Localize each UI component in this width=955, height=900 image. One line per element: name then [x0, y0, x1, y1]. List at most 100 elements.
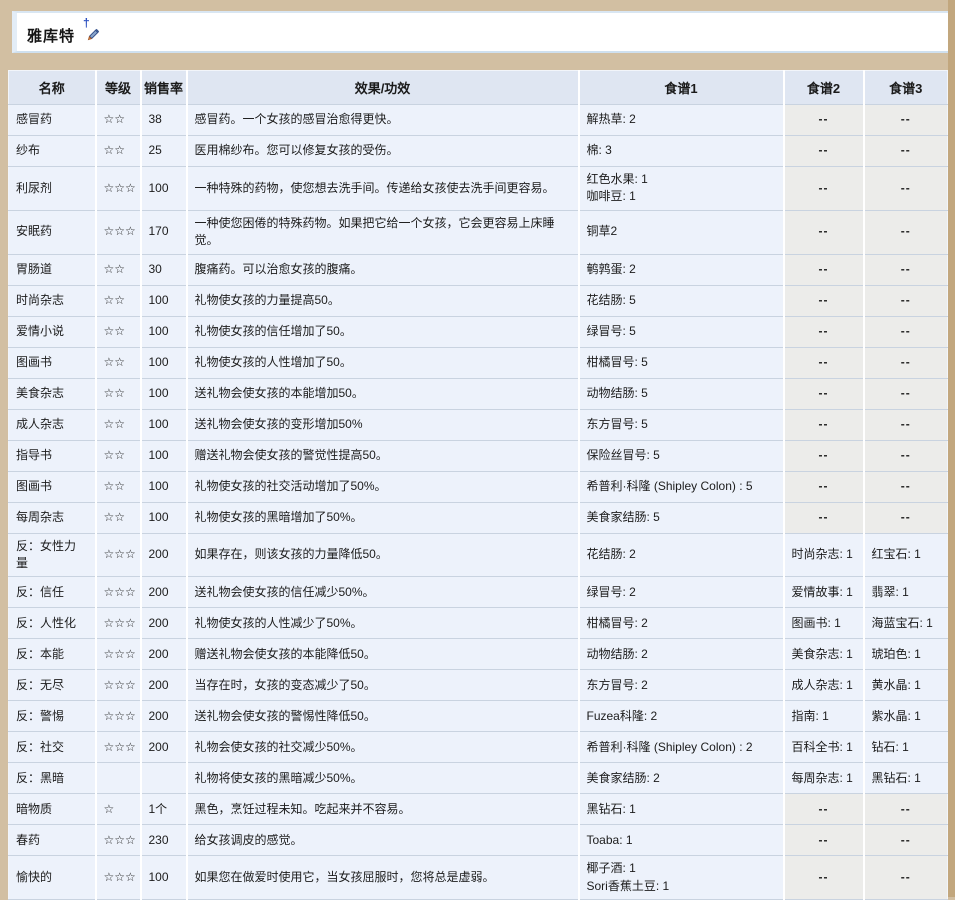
- item-grade-cell: ☆☆☆: [96, 732, 141, 763]
- item-rate-cell: 200: [141, 577, 187, 608]
- item-grade-cell: ☆☆: [96, 254, 141, 285]
- item-rate-cell: 200: [141, 670, 187, 701]
- recipe-ingredient: 棉: 3: [587, 142, 776, 159]
- table-row: 利尿剂☆☆☆100一种特殊的药物，使您想去洗手间。传递给女孩使去洗手间更容易。红…: [9, 167, 948, 211]
- item-rate-cell: 100: [141, 856, 187, 900]
- item-name-cell: 安眠药: [9, 210, 96, 254]
- table-row: 指导书☆☆100赠送礼物会使女孩的警觉性提高50。保险丝冒号: 5----: [9, 440, 948, 471]
- table-row: 爱情小说☆☆100礼物使女孩的信任增加了50。绿冒号: 5----: [9, 316, 948, 347]
- item-rate-cell: 38: [141, 105, 187, 136]
- item-recipe1-cell: 椰子酒: 1Sori香蕉土豆: 1: [579, 856, 784, 900]
- table-row: 反：本能☆☆☆200赠送礼物会使女孩的本能降低50。动物结肠: 2美食杂志: 1…: [9, 639, 948, 670]
- item-recipe2-cell: 时尚杂志: 1: [784, 533, 864, 577]
- item-rate-cell: 100: [141, 378, 187, 409]
- table-row: 反：人性化☆☆☆200礼物使女孩的人性减少了50%。柑橘冒号: 2图画书: 1海…: [9, 608, 948, 639]
- item-effect-cell: 腹痛药。可以治愈女孩的腹痛。: [187, 254, 579, 285]
- item-effect-cell: 礼物使女孩的黑暗增加了50%。: [187, 502, 579, 533]
- recipe-ingredient: 动物结肠: 5: [587, 385, 776, 402]
- item-rate-cell: 200: [141, 533, 187, 577]
- item-effect-cell: 如果存在，则该女孩的力量降低50。: [187, 533, 579, 577]
- item-name-cell: 感冒药: [9, 105, 96, 136]
- table-row: 反：信任☆☆☆200送礼物会使女孩的信任减少50%。绿冒号: 2爱情故事: 1翡…: [9, 577, 948, 608]
- item-name-cell: 反：本能: [9, 639, 96, 670]
- item-effect-cell: 礼物使女孩的人性减少了50%。: [187, 608, 579, 639]
- item-effect-cell: 送礼物会使女孩的变形增加50%: [187, 409, 579, 440]
- item-recipe1-cell: Fuzea科隆: 2: [579, 701, 784, 732]
- item-grade-cell: ☆☆: [96, 285, 141, 316]
- item-name-cell: 利尿剂: [9, 167, 96, 211]
- recipe-ingredient: 咖啡豆: 1: [587, 188, 776, 205]
- item-recipe2-cell: --: [784, 794, 864, 825]
- table-row: 每周杂志☆☆100礼物使女孩的黑暗增加了50%。美食家结肠: 5----: [9, 502, 948, 533]
- item-recipe-table: 名称 等级 销售率 效果/功效 食谱1 食谱2 食谱3 感冒药☆☆38感冒药。一…: [8, 70, 948, 900]
- recipe-ingredient: 柑橘冒号: 2: [587, 615, 776, 632]
- item-recipe1-cell: 柑橘冒号: 2: [579, 608, 784, 639]
- item-rate-cell: 25: [141, 136, 187, 167]
- recipe-ingredient: 铜草2: [587, 223, 776, 240]
- item-grade-cell: ☆☆: [96, 471, 141, 502]
- item-name-cell: 反：黑暗: [9, 763, 96, 794]
- item-recipe3-cell: 红宝石: 1: [864, 533, 948, 577]
- item-rate-cell: 100: [141, 285, 187, 316]
- item-recipe1-cell: 解热草: 2: [579, 105, 784, 136]
- item-recipe1-cell: 绿冒号: 2: [579, 577, 784, 608]
- recipe-ingredient: 柑橘冒号: 5: [587, 354, 776, 371]
- item-recipe2-cell: 每周杂志: 1: [784, 763, 864, 794]
- item-grade-cell: ☆☆☆: [96, 639, 141, 670]
- item-rate-cell: 200: [141, 732, 187, 763]
- item-rate-cell: 230: [141, 825, 187, 856]
- item-recipe2-cell: --: [784, 105, 864, 136]
- recipe-ingredient: 解热草: 2: [587, 111, 776, 128]
- table-row: 反：警惕☆☆☆200送礼物会使女孩的警惕性降低50。Fuzea科隆: 2指南: …: [9, 701, 948, 732]
- item-rate-cell: 100: [141, 471, 187, 502]
- item-recipe2-cell: --: [784, 347, 864, 378]
- item-recipe2-cell: --: [784, 440, 864, 471]
- pencil-icon[interactable]: [85, 28, 100, 43]
- item-recipe1-cell: 柑橘冒号: 5: [579, 347, 784, 378]
- item-recipe2-cell: 爱情故事: 1: [784, 577, 864, 608]
- item-recipe2-cell: --: [784, 471, 864, 502]
- recipe-ingredient: 保险丝冒号: 5: [587, 447, 776, 464]
- item-name-cell: 反：警惕: [9, 701, 96, 732]
- item-recipe3-cell: 琥珀色: 1: [864, 639, 948, 670]
- item-recipe1-cell: 绿冒号: 5: [579, 316, 784, 347]
- item-rate-cell: 100: [141, 440, 187, 471]
- item-recipe3-cell: --: [864, 254, 948, 285]
- item-rate-cell: 200: [141, 608, 187, 639]
- item-rate-cell: 100: [141, 347, 187, 378]
- recipe-ingredient: Toaba: 1: [587, 832, 776, 849]
- table-row: 美食杂志☆☆100送礼物会使女孩的本能增加50。动物结肠: 5----: [9, 378, 948, 409]
- table-row: 图画书☆☆100礼物使女孩的社交活动增加了50%。希普利·科隆 (Shipley…: [9, 471, 948, 502]
- item-effect-cell: 礼物将使女孩的黑暗减少50%。: [187, 763, 579, 794]
- table-row: 反：无尽☆☆☆200当存在时，女孩的变态减少了50。东方冒号: 2成人杂志: 1…: [9, 670, 948, 701]
- table-row: 安眠药☆☆☆170一种使您困倦的特殊药物。如果把它给一个女孩，它会更容易上床睡觉…: [9, 210, 948, 254]
- item-recipe2-cell: --: [784, 167, 864, 211]
- item-recipe3-cell: --: [864, 409, 948, 440]
- item-effect-cell: 当存在时，女孩的变态减少了50。: [187, 670, 579, 701]
- item-rate-cell: 100: [141, 167, 187, 211]
- recipe-ingredient: 动物结肠: 2: [587, 646, 776, 663]
- item-rate-cell: 100: [141, 409, 187, 440]
- recipe-ingredient: Fuzea科隆: 2: [587, 708, 776, 725]
- item-recipe1-cell: 动物结肠: 2: [579, 639, 784, 670]
- table-row: 成人杂志☆☆100送礼物会使女孩的变形增加50%东方冒号: 5----: [9, 409, 948, 440]
- recipe-ingredient: 鹌鹑蛋: 2: [587, 261, 776, 278]
- item-name-cell: 指导书: [9, 440, 96, 471]
- item-recipe2-cell: --: [784, 316, 864, 347]
- item-rate-cell: [141, 763, 187, 794]
- item-rate-cell: 1个: [141, 794, 187, 825]
- item-recipe3-cell: --: [864, 440, 948, 471]
- item-effect-cell: 送礼物会使女孩的警惕性降低50。: [187, 701, 579, 732]
- item-grade-cell: ☆☆: [96, 316, 141, 347]
- item-recipe1-cell: 鹌鹑蛋: 2: [579, 254, 784, 285]
- table-row: 感冒药☆☆38感冒药。一个女孩的感冒治愈得更快。解热草: 2----: [9, 105, 948, 136]
- item-effect-cell: 黑色，烹饪过程未知。吃起来并不容易。: [187, 794, 579, 825]
- item-grade-cell: ☆☆: [96, 409, 141, 440]
- item-rate-cell: 170: [141, 210, 187, 254]
- item-rate-cell: 100: [141, 316, 187, 347]
- item-recipe2-cell: --: [784, 285, 864, 316]
- item-grade-cell: ☆☆☆: [96, 577, 141, 608]
- table-row: 春药☆☆☆230给女孩调皮的感觉。Toaba: 1----: [9, 825, 948, 856]
- item-recipe3-cell: --: [864, 136, 948, 167]
- item-name-cell: 春药: [9, 825, 96, 856]
